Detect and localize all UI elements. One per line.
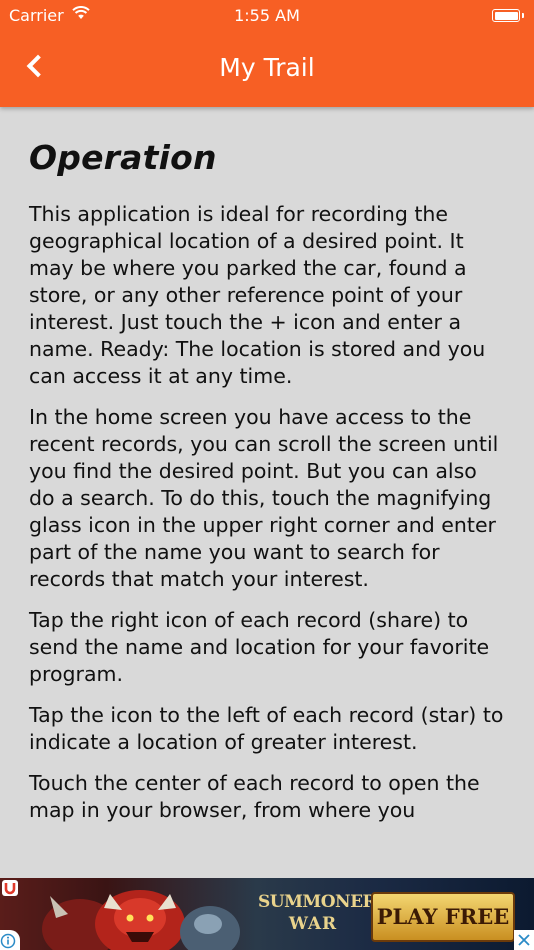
ad-info-icon[interactable] [0,930,20,950]
paragraph-star: Tap the icon to the left of each record … [29,703,504,754]
clock: 1:55 AM [234,6,300,25]
status-bar: Carrier 1:55 AM [0,0,534,30]
ad-close-icon[interactable] [514,930,534,950]
ad-banner[interactable]: SUMMONERS WAR PLAY FREE [0,878,534,950]
navigation-header: Carrier 1:55 AM My Trail [0,0,534,107]
ad-provider-icon [2,880,18,896]
paragraph-map: Touch the center of each record to open … [29,771,480,822]
ad-play-free-button[interactable]: PLAY FREE [371,892,515,942]
ad-logo: SUMMONERS WAR [258,892,388,940]
ad-logo-line1: SUMMONERS [258,892,388,912]
ad-logo-line2: WAR [288,914,338,934]
help-content[interactable]: Operation This application is ideal for … [0,107,534,878]
page-title: My Trail [219,53,315,82]
paragraph-intro: This application is ideal for recording … [29,202,486,388]
ad-artwork-image [42,890,240,950]
section-heading: Operation [29,138,217,177]
battery-full-icon [492,9,524,22]
paragraph-search: In the home screen you have access to th… [29,405,499,591]
paragraph-share: Tap the right icon of each record (share… [29,608,490,686]
